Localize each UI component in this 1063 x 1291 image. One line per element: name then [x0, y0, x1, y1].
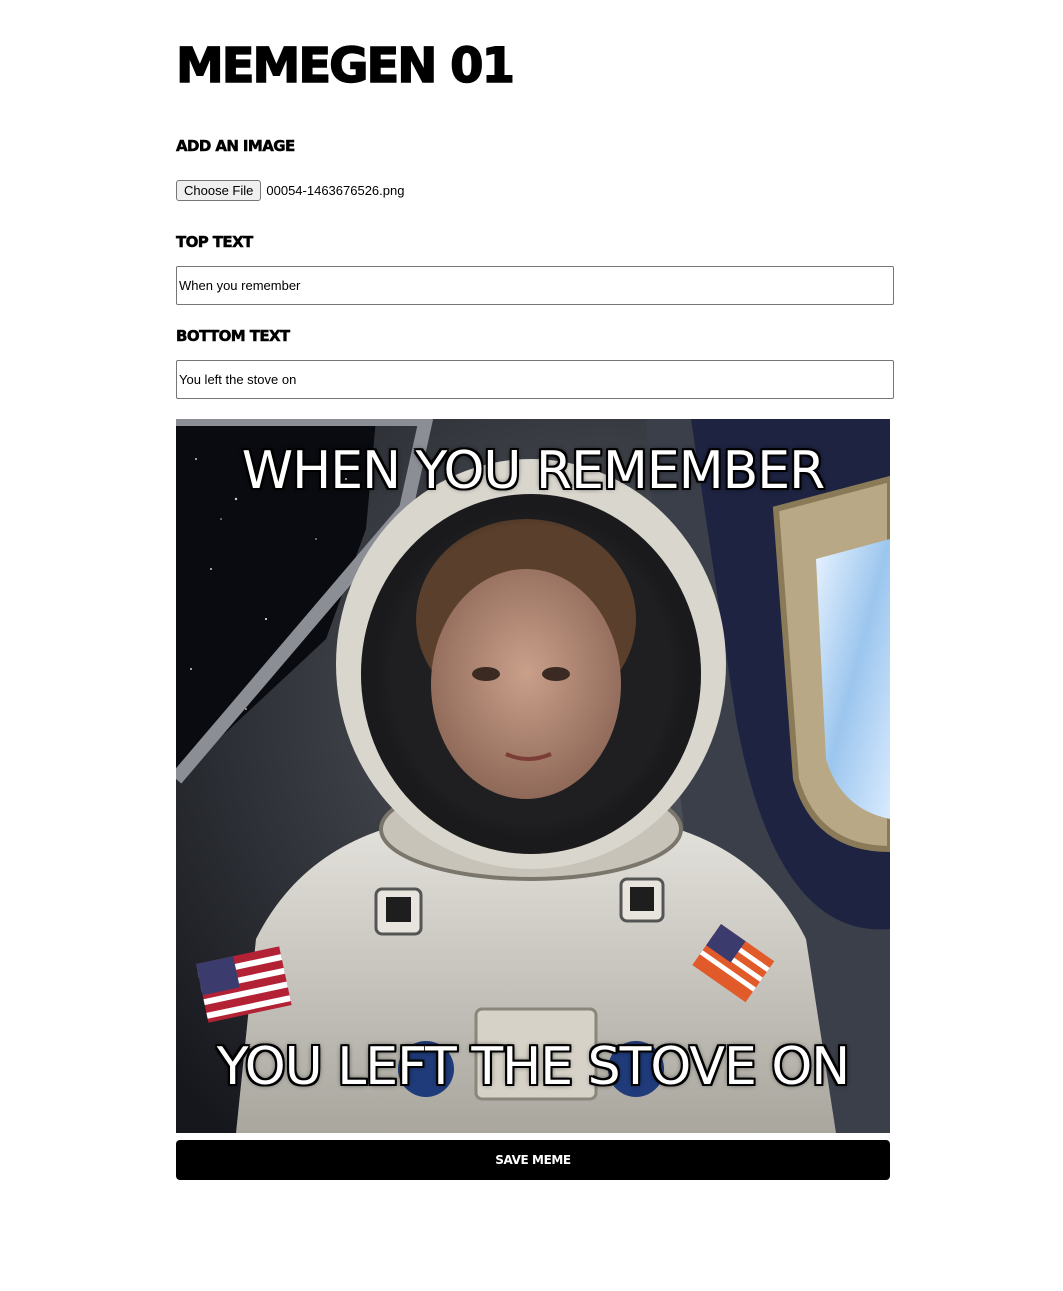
- save-meme-button[interactable]: SAVE MEME: [176, 1140, 890, 1180]
- top-text-input[interactable]: [176, 266, 894, 305]
- meme-bottom-caption: YOU LEFT THE STOVE ON: [216, 1037, 850, 1097]
- choose-file-button[interactable]: Choose File: [176, 180, 262, 201]
- top-text-label: TOP TEXT: [176, 233, 254, 252]
- bottom-text-input[interactable]: [176, 360, 894, 399]
- add-image-label: ADD AN IMAGE: [176, 137, 296, 156]
- page-title: MEMEGEN 01: [175, 37, 515, 95]
- meme-preview-canvas: WHEN YOU REMEMBER YOU LEFT THE STOVE ON: [176, 419, 890, 1133]
- memegen-page: MEMEGEN 01 ADD AN IMAGE Choose File 0005…: [0, 0, 1063, 1291]
- file-input[interactable]: Choose File 00054-1463676526.png: [176, 180, 404, 201]
- bottom-text-label: BOTTOM TEXT: [176, 327, 291, 346]
- meme-top-caption: WHEN YOU REMEMBER: [241, 441, 825, 501]
- selected-file-name: 00054-1463676526.png: [266, 183, 405, 198]
- meme-image: [176, 419, 890, 1133]
